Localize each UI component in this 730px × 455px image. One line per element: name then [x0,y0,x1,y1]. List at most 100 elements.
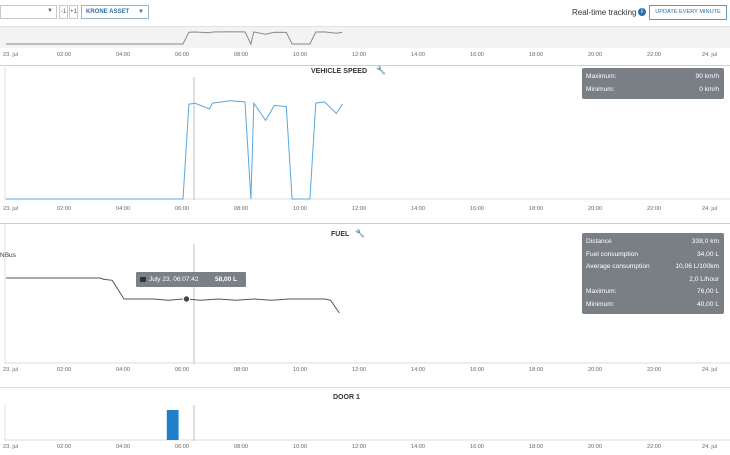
axis-tick-label: 18:00 [529,444,543,450]
axis-tick-label: 08:00 [234,367,248,373]
update-interval-button[interactable]: UPDATE EVERY MINUTE [649,5,727,20]
door-chart-title: DOOR 1 [333,394,360,401]
axis-tick-label: 02:00 [57,367,71,373]
axis-tick-label: 24. jul [702,206,717,212]
axis-tick-label: 23. jul [3,52,18,58]
axis-tick-label: 08:00 [234,52,248,58]
realtime-tracking-label: Real-time tracking [572,8,637,17]
asset-select[interactable]: KRONE ASSET ▼ [81,5,149,19]
stat-label: Maximum: [586,288,617,295]
axis-tick-label: 22:00 [647,206,661,212]
stat-value: 34,00 L [697,250,719,258]
axis-tick-label: 12:00 [352,206,366,212]
axis-tick-label: 16:00 [470,52,484,58]
axis-tick-label: 02:00 [57,444,71,450]
stat-label: Fuel consumption [586,250,639,258]
chevron-down-icon: ▼ [47,8,53,14]
stat-row: Minimum: 0 km/h [586,84,719,95]
step-back-button[interactable]: -1 [59,5,68,19]
door-open-bar[interactable] [166,410,179,440]
info-icon[interactable]: i [638,8,646,16]
fuel-hover-point[interactable] [182,295,191,303]
tooltip-date: July 23, 06:07:42 [149,276,199,283]
axis-tick-label: 08:00 [234,444,248,450]
axis-tick-label: 23. jul [3,444,18,450]
fuel-stats-box: Distance 338,0 km Fuel consumption 34,00 L A… [582,233,724,314]
axis-tick-label: 24. jul [702,367,717,373]
stat-label: Minimum: [586,86,615,93]
fuel-axis: 23. jul 02:00 04:00 06:00 08:00 10:00 12:00 14:… [0,366,730,381]
axis-tick-label: 04:00 [116,444,130,450]
time-navigator[interactable] [0,27,730,48]
axis-tick-label: 22:00 [647,444,661,450]
axis-tick-label: 14:00 [411,367,425,373]
stat-label: Distance [586,238,612,245]
step-forward-button[interactable]: +1 [69,5,78,19]
axis-tick-label: 18:00 [529,206,543,212]
tooltip-marker [140,277,146,282]
axis-tick-label: 22:00 [647,367,661,373]
axis-tick-label: 14:00 [411,206,425,212]
axis-tick-label: 08:00 [234,206,248,212]
axis-tick-label: 20:00 [588,367,602,373]
axis-tick-label: 06:00 [175,367,189,373]
speed-axis: 23. jul 02:00 04:00 06:00 08:00 10:00 12:00 14:… [0,201,730,216]
axis-tick-label: 18:00 [529,367,543,373]
axis-tick-label: 23. jul [3,206,18,212]
asset-select-label: KRONE ASSET [86,9,130,15]
axis-tick-label: 14:00 [411,444,425,450]
door-axis: 23. jul 02:00 04:00 06:00 08:00 10:00 12:00 14:… [0,442,730,455]
axis-tick-label: 18:00 [529,52,543,58]
navigator-series [6,31,343,46]
tooltip-value: 58,00 L [215,276,238,283]
stat-value: 90 km/h [695,73,719,80]
stat-value: 338,0 km [691,238,719,245]
stat-row: Fuel consumption 34,00 L [586,249,719,260]
stat-value: 0 km/h [699,86,719,93]
navigator-axis: 23. jul 02:00 04:00 06:00 08:00 10:00 12:00 14:… [0,48,730,66]
stat-label: Maximum: [586,73,617,80]
speed-stats-box: Maximum: 90 km/h Minimum: 0 km/h [582,68,724,99]
axis-tick-label: 06:00 [175,444,189,450]
stat-row: 2,0 L/hour [586,274,719,285]
axis-tick-label: 06:00 [175,206,189,212]
top-toolbar: ▼ -1 +1 KRONE ASSET ▼ Real-time tracking… [0,0,730,27]
stat-value: 76,00 L [697,288,719,295]
axis-tick-label: 10:00 [293,206,307,212]
fuel-tooltip: July 23, 06:07:42 58,00 L [136,272,246,287]
stat-value: 40,00 L [697,300,719,308]
axis-tick-label: 20:00 [588,206,602,212]
axis-tick-label: 06:00 [175,52,189,58]
axis-tick-label: 12:00 [352,444,366,450]
axis-tick-label: 04:00 [116,367,130,373]
door-top-border [0,387,730,388]
axis-tick-label: 22:00 [647,52,661,58]
axis-tick-label: 14:00 [411,52,425,58]
door-chart [4,405,730,441]
stat-label: Minimum: [586,300,615,308]
stat-value: 10,06 L/100km [675,263,719,270]
stat-label: Average consumption [586,263,650,270]
axis-tick-label: 02:00 [57,206,71,212]
axis-tick-label: 10:00 [293,444,307,450]
axis-tick-label: 10:00 [293,367,307,373]
date-range-select[interactable]: ▼ [0,5,57,19]
axis-tick-label: 16:00 [470,206,484,212]
axis-tick-label: 24. jul [702,444,717,450]
stat-row: Minimum: 40,00 L [586,299,719,310]
axis-tick-label: 12:00 [352,52,366,58]
axis-tick-label: 04:00 [116,206,130,212]
axis-tick-label: 20:00 [588,52,602,58]
axis-tick-label: 12:00 [352,367,366,373]
axis-tick-label: 04:00 [116,52,130,58]
axis-tick-label: 23. jul [3,367,18,373]
axis-tick-label: 10:00 [293,52,307,58]
axis-tick-label: 16:00 [470,444,484,450]
stat-row: Maximum: 76,00 L [586,286,719,297]
stat-row: Average consumption 10,06 L/100km [586,261,719,272]
stat-row: Distance 338,0 km [586,236,719,247]
stat-value: 2,0 L/hour [689,275,719,283]
axis-tick-label: 02:00 [57,52,71,58]
stat-row: Maximum: 90 km/h [586,71,719,82]
axis-tick-label: 20:00 [588,444,602,450]
